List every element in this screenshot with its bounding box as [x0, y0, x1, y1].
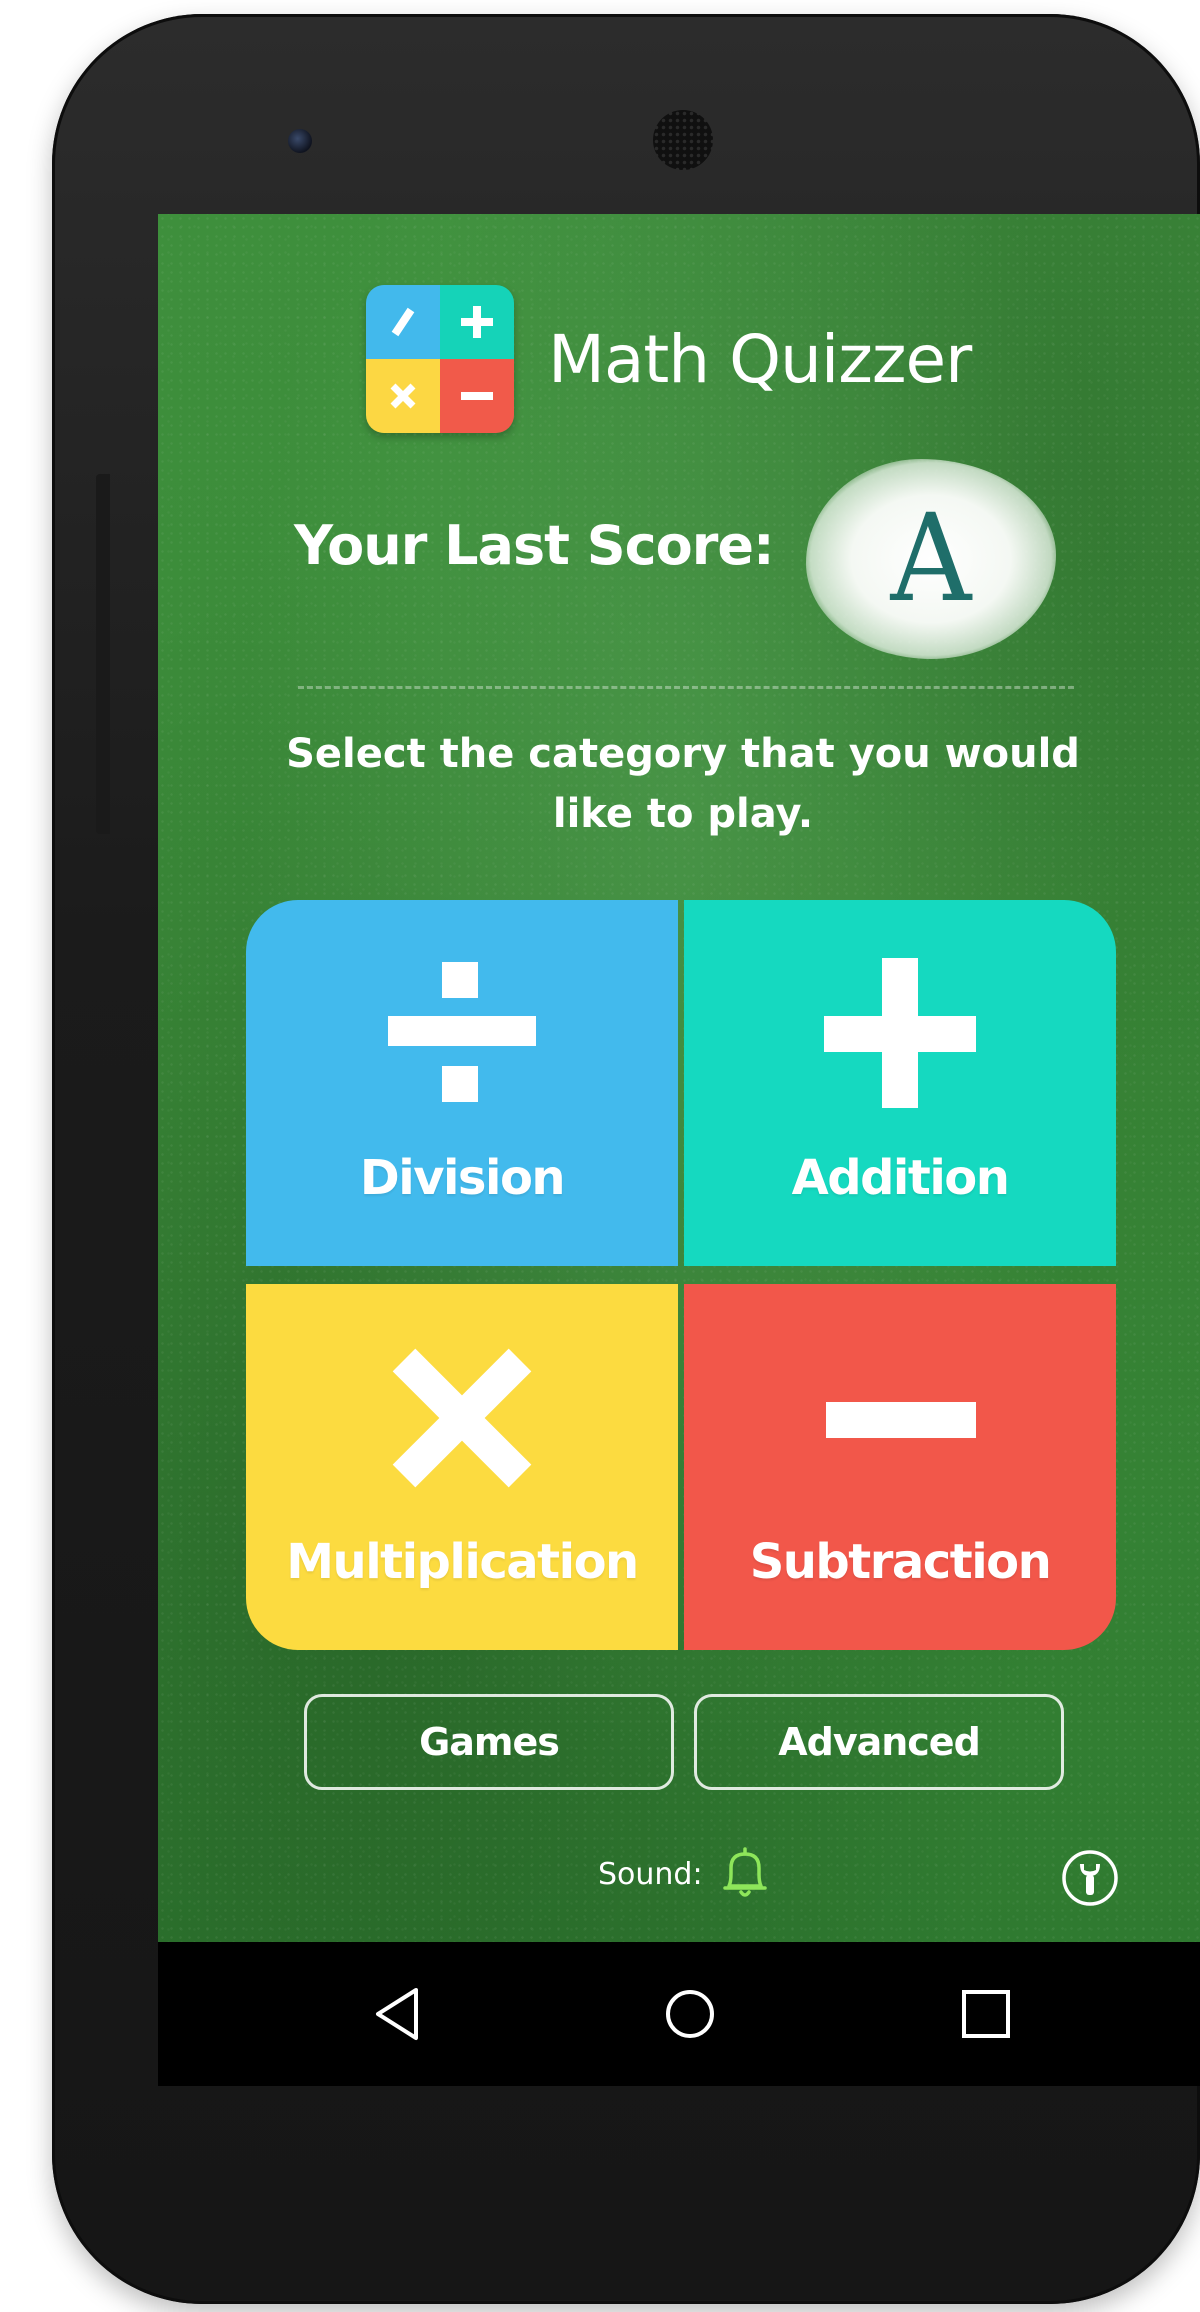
- bell-icon[interactable]: [719, 1846, 771, 1902]
- times-icon: [382, 1338, 542, 1498]
- advanced-button[interactable]: Advanced: [694, 1694, 1064, 1790]
- score-chalk-blob: A: [806, 459, 1056, 659]
- wrench-icon[interactable]: [1060, 1848, 1120, 1908]
- sound-label: Sound:: [598, 1856, 703, 1892]
- back-triangle-icon[interactable]: [366, 1982, 430, 2046]
- app-title: Math Quizzer: [548, 320, 972, 398]
- plus-icon: [820, 954, 980, 1114]
- front-camera: [288, 129, 312, 153]
- app-header: Math Quizzer: [366, 284, 972, 434]
- dashed-divider: [298, 686, 1074, 689]
- addition-label: Addition: [791, 1150, 1010, 1206]
- recents-square-icon[interactable]: [954, 1982, 1018, 2046]
- minus-icon: [820, 1338, 980, 1498]
- last-score-label: Your Last Score:: [294, 514, 775, 577]
- multiplication-category-button[interactable]: Multiplication: [246, 1284, 678, 1650]
- last-score-grade: A: [890, 488, 972, 630]
- sound-toggle[interactable]: Sound:: [598, 1844, 771, 1904]
- phone-device: Math Quizzer Your Last Score: A Select t…: [52, 14, 1200, 2304]
- logo-slash-icon: [366, 285, 440, 359]
- android-navigation-bar: [158, 1942, 1200, 2086]
- subtraction-category-button[interactable]: Subtraction: [684, 1284, 1116, 1650]
- division-icon: [382, 954, 542, 1114]
- category-instructions: Select the category that you would like …: [286, 731, 1080, 837]
- logo-minus-icon: [440, 359, 514, 433]
- home-circle-icon[interactable]: [658, 1982, 722, 2046]
- logo-plus-icon: [440, 285, 514, 359]
- games-button[interactable]: Games: [304, 1694, 674, 1790]
- category-grid: Division Addition Multiplication Subtrac…: [246, 900, 1116, 1650]
- division-category-button[interactable]: Division: [246, 900, 678, 1266]
- app-screen: Math Quizzer Your Last Score: A Select t…: [158, 214, 1200, 2086]
- subtraction-label: Subtraction: [749, 1534, 1052, 1590]
- multiplication-label: Multiplication: [286, 1534, 639, 1590]
- phone-side-button: [96, 474, 110, 834]
- division-label: Division: [359, 1150, 566, 1206]
- logo-times-icon: [366, 359, 440, 433]
- addition-category-button[interactable]: Addition: [684, 900, 1116, 1266]
- app-logo-icon: [366, 285, 514, 433]
- speaker-grille: [653, 110, 713, 170]
